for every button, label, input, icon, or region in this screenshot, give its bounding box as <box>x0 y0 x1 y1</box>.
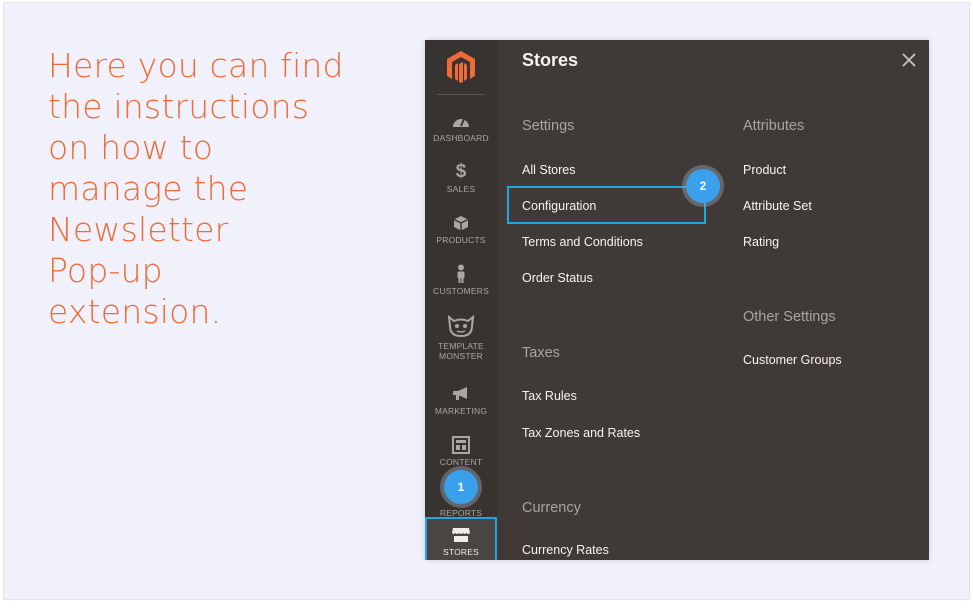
menu-link-currency-rates[interactable]: Currency Rates <box>522 543 609 557</box>
intro-text: Here you can find the instructions on ho… <box>48 45 378 332</box>
sidebar-item-label: SALES <box>446 184 476 194</box>
layout-icon <box>452 435 470 455</box>
store-icon <box>451 525 471 545</box>
sidebar-item-label: MARKETING <box>434 406 488 416</box>
menu-link-tax-zones-and-rates[interactable]: Tax Zones and Rates <box>522 426 640 440</box>
sidebar-item-products[interactable]: PRODUCTS <box>425 204 497 254</box>
section-heading-settings: Settings <box>522 118 575 134</box>
dollar-icon: $ <box>455 161 467 182</box>
section-heading-attributes: Attributes <box>743 118 805 134</box>
gauge-icon <box>452 111 470 131</box>
sidebar-item-template-monster[interactable]: TEMPLATE MONSTER <box>425 306 497 368</box>
sidebar-item-sales[interactable]: $ SALES <box>425 153 497 203</box>
step-badge-1: 1 <box>444 470 478 504</box>
sidebar-item-label: STORES <box>443 547 479 557</box>
megaphone-icon <box>451 384 471 404</box>
section-heading-taxes: Taxes <box>522 345 560 361</box>
box-icon <box>453 213 469 233</box>
sidebar-item-content[interactable]: CONTENT <box>425 426 497 476</box>
menu-link-customer-groups[interactable]: Customer Groups <box>743 353 842 367</box>
configuration-highlight <box>507 186 706 224</box>
intro-line: Newsletter <box>48 210 229 249</box>
menu-link-product[interactable]: Product <box>743 163 786 177</box>
sidebar-item-dashboard[interactable]: DASHBOARD <box>425 102 497 152</box>
magento-logo-icon[interactable] <box>425 40 497 94</box>
intro-line: manage the <box>48 169 249 208</box>
sidebar-item-customers[interactable]: CUSTOMERS <box>425 255 497 305</box>
menu-link-terms-and-conditions[interactable]: Terms and Conditions <box>522 235 643 249</box>
sidebar-item-label: CONTENT <box>439 457 483 467</box>
intro-line: on how to <box>48 128 214 167</box>
sidebar-item-label: DASHBOARD <box>433 133 489 143</box>
sidebar-item-label: TEMPLATE MONSTER <box>438 341 484 361</box>
menu-link-tax-rules[interactable]: Tax Rules <box>522 389 577 403</box>
menu-link-attribute-set[interactable]: Attribute Set <box>743 199 812 213</box>
sidebar-item-stores[interactable]: STORES <box>425 517 497 560</box>
intro-line: the instructions <box>48 87 310 126</box>
intro-line: Here you can find <box>48 46 344 85</box>
intro-line: Pop-up <box>48 251 163 290</box>
step-badge-2: 2 <box>686 169 720 203</box>
menu-link-all-stores[interactable]: All Stores <box>522 163 576 177</box>
sidebar-item-label: PRODUCTS <box>436 235 486 245</box>
monster-icon <box>446 313 476 339</box>
sidebar-item-marketing[interactable]: MARKETING <box>425 375 497 425</box>
menu-link-order-status[interactable]: Order Status <box>522 271 593 285</box>
logo-divider <box>437 94 485 95</box>
admin-screenshot: DASHBOARD $ SALES PRODUCTS CUSTOMERS TEM… <box>425 40 929 560</box>
person-icon <box>455 264 467 284</box>
menu-link-rating[interactable]: Rating <box>743 235 779 249</box>
section-heading-other-settings: Other Settings <box>743 309 836 325</box>
close-icon[interactable] <box>899 50 919 70</box>
intro-line: extension. <box>48 292 222 331</box>
sidebar-item-label: CUSTOMERS <box>433 286 489 296</box>
section-heading-currency: Currency <box>522 500 581 516</box>
panel-title: Stores <box>522 50 579 70</box>
